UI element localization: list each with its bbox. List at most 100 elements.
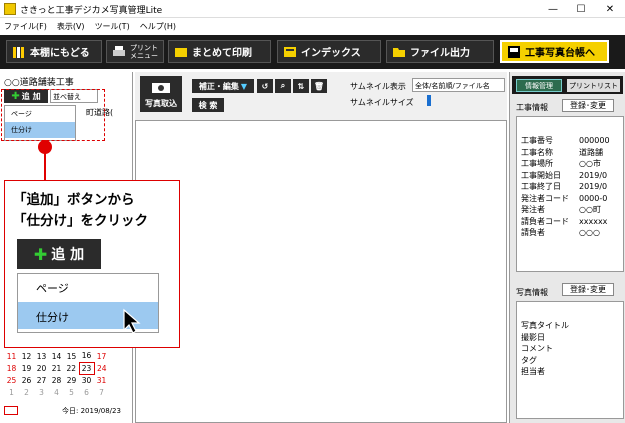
tab-info-management[interactable]: 情報管理 bbox=[516, 79, 562, 92]
calendar-day[interactable]: 4 bbox=[49, 386, 64, 398]
maximize-button[interactable]: ☐ bbox=[568, 0, 594, 18]
project-register-button[interactable]: 登録･変更 bbox=[562, 99, 614, 112]
minimize-button[interactable]: — bbox=[540, 0, 566, 18]
zoom-button[interactable]: ⌕ bbox=[275, 79, 291, 93]
calendar-day[interactable]: 13 bbox=[34, 350, 49, 362]
correct-edit-button[interactable]: 補正・編集 ▼ bbox=[192, 79, 254, 93]
index-button[interactable]: インデックス bbox=[277, 40, 381, 63]
calendar-day[interactable]: 1 bbox=[4, 386, 19, 398]
project-field-row: 工事名称 道路舗 bbox=[521, 147, 623, 159]
project-field-key: 工事場所 bbox=[521, 159, 553, 168]
photo-import-button[interactable]: 写真取込 bbox=[140, 76, 182, 112]
project-field-row: 工事場所 ○○市 bbox=[521, 158, 623, 170]
photo-ledger-button[interactable]: 工事写真台帳へ bbox=[500, 40, 609, 63]
project-field-value: xxxxxx bbox=[579, 216, 608, 226]
calendar-day[interactable]: 2 bbox=[19, 386, 34, 398]
calendar-day[interactable]: 21 bbox=[49, 362, 64, 374]
zoom-icon: ⌕ bbox=[280, 81, 286, 90]
legend-box bbox=[4, 406, 18, 415]
menu-view[interactable]: 表示(V) bbox=[57, 21, 85, 31]
delete-button[interactable]: 🗑 bbox=[311, 79, 327, 93]
project-field-key: 工事終了日 bbox=[521, 182, 561, 191]
batch-print-icon bbox=[174, 45, 188, 59]
dropdown-arrow-icon: ▼ bbox=[240, 81, 248, 91]
callout-add-button: ✚ 追 加 bbox=[17, 239, 101, 269]
calendar-day[interactable]: 16 bbox=[79, 350, 94, 362]
menu-help[interactable]: ヘルプ(H) bbox=[140, 21, 176, 31]
calendar-day[interactable]: 30 bbox=[79, 374, 94, 386]
calendar-day[interactable]: 23 bbox=[78, 361, 95, 375]
project-name: ○○道路舗装工事 bbox=[4, 78, 74, 88]
calendar-day[interactable]: 15 bbox=[64, 350, 79, 362]
project-field-row: 工事開始日 2019/0 bbox=[521, 170, 623, 182]
project-field-value: ○○町 bbox=[579, 205, 601, 214]
project-field-key: 請負者 bbox=[521, 228, 545, 237]
calendar-week: 25 26 27 28 29 30 31 bbox=[4, 374, 109, 386]
project-field-key: 工事開始日 bbox=[521, 170, 561, 180]
menu-tools[interactable]: ツール(T) bbox=[95, 21, 130, 31]
rotate-icon: ↺ bbox=[261, 81, 269, 91]
file-output-button[interactable]: ファイル出力 bbox=[386, 40, 494, 63]
thumbnail-area[interactable] bbox=[135, 120, 507, 423]
calendar-day[interactable]: 25 bbox=[4, 374, 19, 386]
project-field-value: 000000 bbox=[579, 136, 610, 145]
calendar-day[interactable]: 14 bbox=[49, 350, 64, 362]
project-field-row: 工事終了日 2019/0 bbox=[521, 181, 623, 193]
thumbnail-size-slider[interactable] bbox=[427, 95, 431, 106]
calendar-week: 11 12 13 14 15 16 17 bbox=[4, 350, 109, 362]
swap-icon: ⇅ bbox=[297, 81, 305, 91]
calendar-day[interactable]: 29 bbox=[64, 374, 79, 386]
calendar-day[interactable]: 19 bbox=[19, 362, 34, 374]
calendar-day[interactable]: 31 bbox=[94, 374, 109, 386]
thumbnail-display-select[interactable]: 全体/名前順/ファイル名 bbox=[412, 78, 505, 92]
callout-menu-page: ページ bbox=[36, 282, 69, 295]
project-field-value: 2019/0 bbox=[579, 170, 608, 180]
calendar-day[interactable]: 28 bbox=[49, 374, 64, 386]
bookshelf-icon bbox=[12, 45, 26, 59]
search-label: 検 索 bbox=[198, 100, 218, 110]
photo-field-row: タグ bbox=[521, 355, 537, 365]
photo-field-row: 撮影日 bbox=[521, 332, 545, 342]
project-field-row: 請負者コード xxxxxx bbox=[521, 216, 623, 228]
calendar-day[interactable]: 24 bbox=[94, 362, 109, 374]
mouse-cursor-icon bbox=[122, 308, 142, 337]
calendar-day[interactable]: 18 bbox=[4, 362, 19, 374]
calendar-day[interactable]: 7 bbox=[94, 386, 109, 398]
calendar-day[interactable]: 12 bbox=[19, 350, 34, 362]
rotate-button[interactable]: ↺ bbox=[257, 79, 273, 93]
tab-print-list[interactable]: プリントリスト bbox=[567, 79, 620, 92]
photo-register-button[interactable]: 登録･変更 bbox=[562, 283, 614, 296]
calendar-day[interactable]: 20 bbox=[34, 362, 49, 374]
project-field-value: 0000-0 bbox=[579, 193, 608, 203]
back-to-shelf-button[interactable]: 本棚にもどる bbox=[6, 40, 102, 63]
batch-print-label: まとめて印刷 bbox=[192, 48, 252, 59]
calendar-day[interactable]: 27 bbox=[34, 374, 49, 386]
thumbnail-display-label: サムネイル表示 bbox=[350, 82, 406, 91]
calendar-day[interactable]: 6 bbox=[79, 386, 94, 398]
calendar-day[interactable]: 17 bbox=[94, 350, 109, 362]
close-button[interactable]: ✕ bbox=[597, 0, 623, 18]
project-field-value: 道路舗 bbox=[579, 147, 603, 157]
window-title: さきっと工事デジカメ写真管理Lite bbox=[20, 6, 163, 16]
menu-bar: ファイル(F) 表示(V) ツール(T) ヘルプ(H) bbox=[0, 18, 625, 33]
calendar-day[interactable]: 3 bbox=[34, 386, 49, 398]
thumbnail-display-value: 全体/名前順/ファイル名 bbox=[415, 82, 490, 90]
search-button[interactable]: 検 索 bbox=[192, 98, 224, 112]
main-toolbar: 本棚にもどる プリント メニュー まとめて印刷 インデックス ファイル出力 工事… bbox=[0, 35, 625, 69]
project-field-row: 発注者 ○○町 bbox=[521, 204, 623, 216]
swap-button[interactable]: ⇅ bbox=[293, 79, 309, 93]
ledger-icon bbox=[507, 45, 521, 59]
project-field-key: 発注者コード bbox=[521, 193, 569, 203]
instruction-callout: 「追加」ボタンから 「仕分け」をクリック ✚ 追 加 ページ 仕分け bbox=[4, 180, 180, 348]
thumbnail-size-label: サムネイルサイズ bbox=[350, 98, 414, 107]
index-icon bbox=[283, 45, 297, 59]
print-menu-button[interactable]: プリント メニュー bbox=[106, 40, 164, 63]
menu-file[interactable]: ファイル(F) bbox=[4, 21, 47, 31]
calendar-day[interactable]: 5 bbox=[64, 386, 79, 398]
calendar-day[interactable]: 26 bbox=[19, 374, 34, 386]
calendar-day[interactable]: 11 bbox=[4, 350, 19, 362]
calendar-day[interactable]: 22 bbox=[64, 362, 79, 374]
calendar-week: 1234567 bbox=[4, 386, 109, 398]
batch-print-button[interactable]: まとめて印刷 bbox=[168, 40, 271, 63]
calendar-week: 18 19 20 21 22 23 24 bbox=[4, 361, 109, 375]
